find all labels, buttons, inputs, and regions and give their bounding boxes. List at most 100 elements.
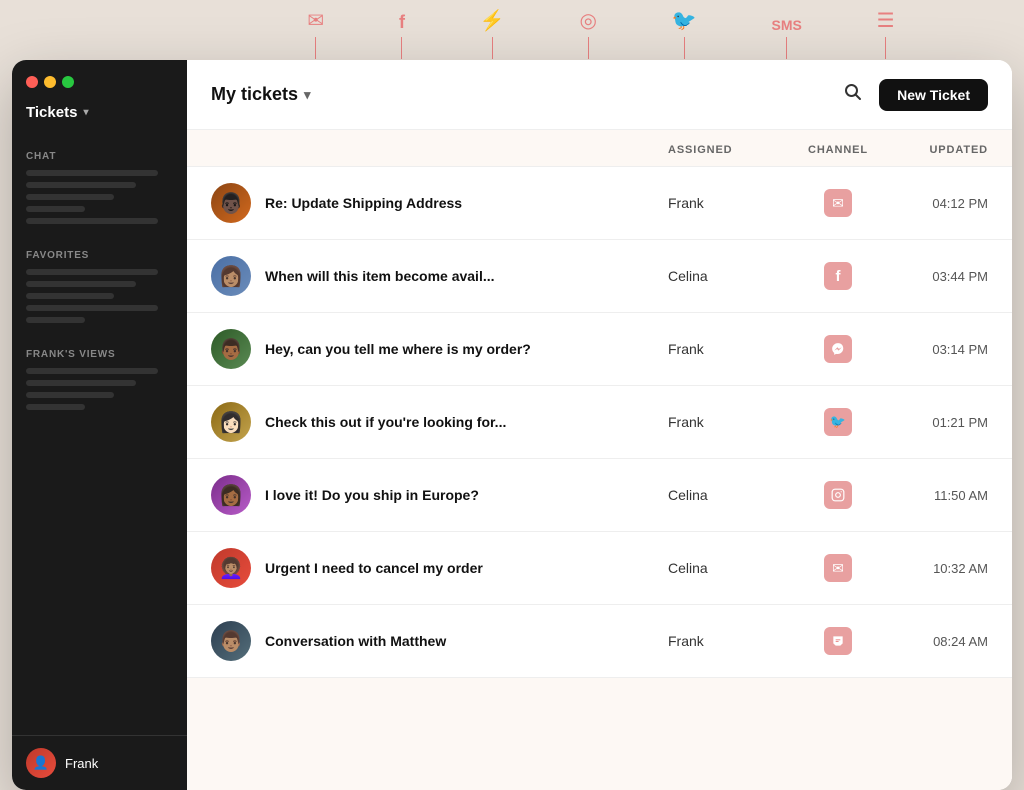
expand-dot[interactable] [62, 76, 74, 88]
fav-item-1[interactable] [26, 269, 158, 275]
close-dot[interactable] [26, 76, 38, 88]
instagram-channel-badge [824, 481, 852, 509]
sidebar-username: Frank [65, 756, 98, 771]
avatar: 👩🏾 [211, 475, 251, 515]
avatar: 👩🏻 [211, 402, 251, 442]
messenger-channel-icon: ⚡ [480, 8, 505, 59]
ticket-assigned: Frank [668, 341, 788, 357]
sidebar-user[interactable]: 👤 Frank [12, 735, 187, 790]
tickets-chevron-icon: ▾ [83, 107, 88, 118]
traffic-lights [12, 60, 187, 100]
new-ticket-button[interactable]: New Ticket [879, 79, 988, 111]
ticket-assigned: Frank [668, 633, 788, 649]
table-row[interactable]: 👩🏻 Check this out if you're looking for.… [187, 386, 1012, 459]
page-title-text: My tickets [211, 84, 298, 105]
table-row[interactable]: 👩🏽‍🦱 Urgent I need to cancel my order Ce… [187, 532, 1012, 605]
ticket-subject: Hey, can you tell me where is my order? [265, 341, 531, 357]
ticket-time: 01:21 PM [888, 415, 988, 430]
avatar: 👨🏾 [211, 329, 251, 369]
chat-item-3[interactable] [26, 194, 114, 200]
ticket-channel: ✉ [788, 554, 888, 582]
header-actions: New Ticket [839, 78, 988, 111]
ticket-assigned: Celina [668, 560, 788, 576]
chat-item-1[interactable] [26, 170, 158, 176]
avatar: 👨🏽 [211, 621, 251, 661]
view-item-1[interactable] [26, 368, 158, 374]
ticket-subject: I love it! Do you ship in Europe? [265, 487, 479, 503]
app-window: Tickets ▾ CHAT FAVORITES [12, 60, 1012, 790]
ticket-subject: Re: Update Shipping Address [265, 195, 462, 211]
fav-item-2[interactable] [26, 281, 136, 287]
table-row[interactable]: 👩🏽 When will this item become avail... C… [187, 240, 1012, 313]
chat-item-2[interactable] [26, 182, 136, 188]
ticket-channel [788, 481, 888, 509]
ticket-info: 👩🏾 I love it! Do you ship in Europe? [211, 475, 668, 515]
sidebar-section-franks-views: FRANK'S VIEWS [12, 335, 187, 422]
fav-item-5[interactable] [26, 317, 85, 323]
fav-item-4[interactable] [26, 305, 158, 311]
ticket-subject: Check this out if you're looking for... [265, 414, 506, 430]
facebook-channel-icon: f [399, 12, 405, 59]
ticket-time: 04:12 PM [888, 196, 988, 211]
ticket-info: 👨🏾 Hey, can you tell me where is my orde… [211, 329, 668, 369]
tickets-table: ASSIGNED CHANNEL UPDATED 👨🏿 Re: Update S… [187, 130, 1012, 790]
ticket-subject: Urgent I need to cancel my order [265, 560, 483, 576]
ticket-time: 11:50 AM [888, 488, 988, 503]
search-button[interactable] [839, 78, 867, 111]
subject-column-header [211, 144, 668, 156]
view-item-2[interactable] [26, 380, 136, 386]
sms-channel-icon: SMS [772, 17, 802, 59]
main-header: My tickets ▾ New Ticket [187, 60, 1012, 130]
instagram-channel-icon: ◎ [580, 8, 597, 59]
updated-column-header: UPDATED [888, 144, 988, 156]
ticket-info: 👩🏻 Check this out if you're looking for.… [211, 402, 668, 442]
chat-item-5[interactable] [26, 218, 158, 224]
ticket-assigned: Celina [668, 487, 788, 503]
sidebar-tickets-header[interactable]: Tickets ▾ [12, 100, 187, 137]
sidebar-section-favorites: FAVORITES [12, 236, 187, 335]
page-title: My tickets ▾ [211, 84, 311, 105]
sms-channel-badge [824, 627, 852, 655]
ticket-info: 👩🏽 When will this item become avail... [211, 256, 668, 296]
avatar: 👩🏽 [211, 256, 251, 296]
table-row[interactable]: 👨🏽 Conversation with Matthew Frank [187, 605, 1012, 678]
table-row[interactable]: 👨🏾 Hey, can you tell me where is my orde… [187, 313, 1012, 386]
ticket-subject: When will this item become avail... [265, 268, 495, 284]
sidebar: Tickets ▾ CHAT FAVORITES [12, 60, 187, 790]
chat-item-4[interactable] [26, 206, 85, 212]
ticket-channel: f [788, 262, 888, 290]
chat-channel-icon: ☰ [877, 8, 895, 59]
facebook-channel-badge: f [824, 262, 852, 290]
view-item-4[interactable] [26, 404, 85, 410]
email-channel-icon: ✉ [307, 8, 324, 59]
twitter-channel-badge: 🐦 [824, 408, 852, 436]
messenger-channel-badge [824, 335, 852, 363]
view-item-3[interactable] [26, 392, 114, 398]
ticket-channel [788, 627, 888, 655]
ticket-channel: ✉ [788, 189, 888, 217]
table-row[interactable]: 👩🏾 I love it! Do you ship in Europe? Cel… [187, 459, 1012, 532]
ticket-info: 👨🏽 Conversation with Matthew [211, 621, 668, 661]
minimize-dot[interactable] [44, 76, 56, 88]
avatar: 👤 [26, 748, 56, 778]
avatar: 👨🏿 [211, 183, 251, 223]
ticket-time: 03:14 PM [888, 342, 988, 357]
email-channel-badge-2: ✉ [824, 554, 852, 582]
main-content: My tickets ▾ New Ticket [187, 60, 1012, 790]
table-header-row: ASSIGNED CHANNEL UPDATED [187, 130, 1012, 167]
ticket-info: 👩🏽‍🦱 Urgent I need to cancel my order [211, 548, 668, 588]
ticket-channel [788, 335, 888, 363]
ticket-time: 03:44 PM [888, 269, 988, 284]
sidebar-tickets-label: Tickets [26, 104, 77, 121]
ticket-time: 08:24 AM [888, 634, 988, 649]
ticket-info: 👨🏿 Re: Update Shipping Address [211, 183, 668, 223]
ticket-assigned: Celina [668, 268, 788, 284]
franks-views-section-label: FRANK'S VIEWS [26, 349, 173, 360]
fav-item-3[interactable] [26, 293, 114, 299]
table-row[interactable]: 👨🏿 Re: Update Shipping Address Frank ✉ 0… [187, 167, 1012, 240]
twitter-channel-icon: 🐦 [672, 8, 697, 59]
channel-column-header: CHANNEL [788, 144, 888, 156]
ticket-assigned: Frank [668, 414, 788, 430]
ticket-time: 10:32 AM [888, 561, 988, 576]
ticket-channel: 🐦 [788, 408, 888, 436]
